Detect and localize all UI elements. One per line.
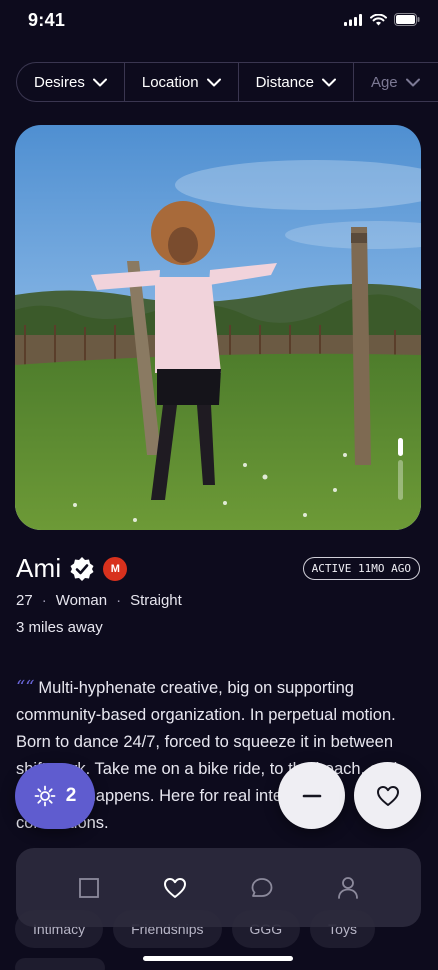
heart-outline-icon — [376, 785, 399, 806]
filter-location[interactable]: Location — [125, 63, 239, 101]
filter-label: Location — [141, 73, 199, 91]
profile-details: 27 · Woman · Straight — [16, 592, 182, 609]
active-status-badge: ACTIVE 11MO AGO — [302, 557, 420, 580]
separator: · — [41, 592, 47, 609]
status-bar: 9:41 — [0, 0, 438, 46]
profile-orientation: Straight — [130, 592, 182, 609]
chat-bubble-icon — [251, 877, 273, 897]
filter-bar: Desires Location Distance Age — [16, 62, 438, 102]
membership-badge: M — [103, 556, 128, 581]
photo-page-indicator — [398, 460, 403, 500]
battery-icon — [394, 13, 420, 26]
superlike-count: 2 — [65, 785, 77, 806]
filter-age[interactable]: Age — [354, 63, 437, 101]
minus-icon — [302, 794, 321, 797]
status-icons — [344, 13, 420, 26]
quote-icon: ““ — [16, 677, 35, 698]
interest-tags-row-2 — [15, 958, 105, 970]
heart-icon — [164, 877, 187, 898]
nav-profile[interactable] — [334, 874, 362, 902]
sparkle-icon — [34, 785, 56, 807]
nav-likes[interactable] — [161, 874, 189, 902]
home-indicator[interactable] — [143, 956, 293, 961]
profile-name: Ami — [16, 553, 62, 583]
verified-check-icon — [70, 556, 94, 581]
profile-photo-image — [15, 125, 421, 530]
tag-chip[interactable] — [15, 958, 105, 970]
chevron-down-icon — [321, 78, 336, 86]
like-button[interactable] — [354, 762, 421, 829]
person-icon — [337, 876, 358, 899]
status-time: 9:41 — [28, 10, 66, 30]
profile-gender: Woman — [55, 592, 108, 609]
filter-desires[interactable]: Desires — [17, 63, 125, 101]
filter-label: Distance — [255, 73, 314, 91]
wifi-icon — [370, 13, 387, 25]
superlike-button[interactable]: 2 — [15, 763, 95, 829]
chevron-down-icon — [92, 78, 107, 86]
chevron-down-icon — [206, 78, 221, 86]
cellular-signal-icon — [344, 13, 362, 26]
profile-photo[interactable] — [15, 125, 421, 530]
square-icon — [79, 877, 100, 898]
pass-button[interactable] — [278, 762, 345, 829]
filter-label: Desires — [34, 73, 85, 91]
profile-age: 27 — [16, 592, 33, 609]
photo-page-indicator-active — [398, 438, 403, 456]
separator: · — [116, 592, 122, 609]
profile-distance: 3 miles away — [16, 619, 103, 636]
profile-name-row: Ami M — [16, 553, 128, 584]
filter-label: Age — [370, 73, 398, 91]
filter-distance[interactable]: Distance — [239, 63, 354, 101]
chevron-down-icon — [405, 78, 420, 86]
nav-discover[interactable] — [75, 874, 103, 902]
nav-messages[interactable] — [248, 874, 276, 902]
bottom-navigation — [16, 848, 421, 927]
